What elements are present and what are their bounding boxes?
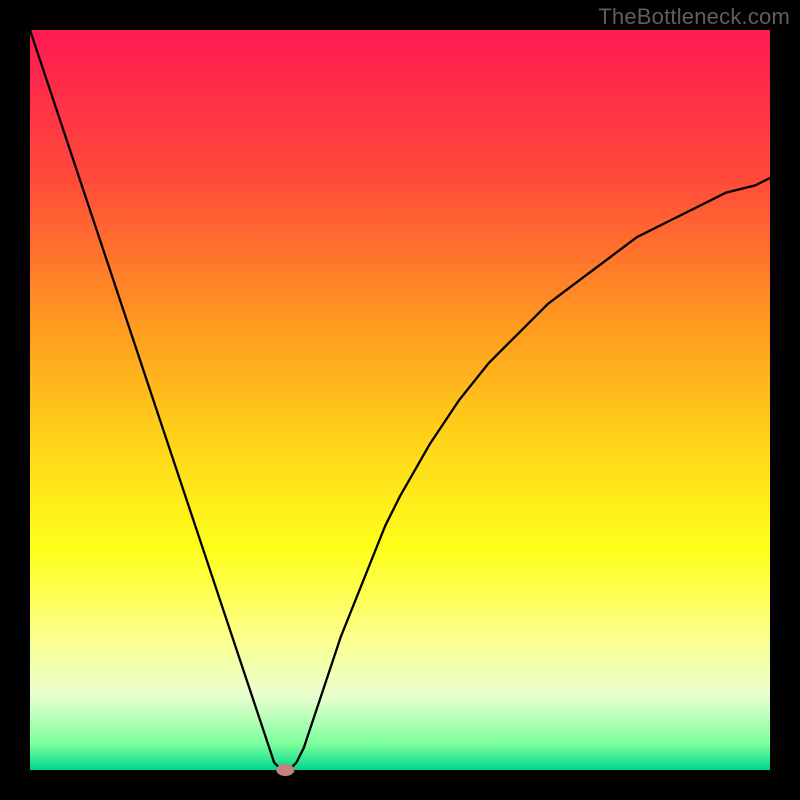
bottleneck-chart [0, 0, 800, 800]
plot-background [30, 30, 770, 770]
watermark-text: TheBottleneck.com [598, 4, 790, 30]
optimum-marker [276, 764, 294, 776]
chart-frame: TheBottleneck.com [0, 0, 800, 800]
